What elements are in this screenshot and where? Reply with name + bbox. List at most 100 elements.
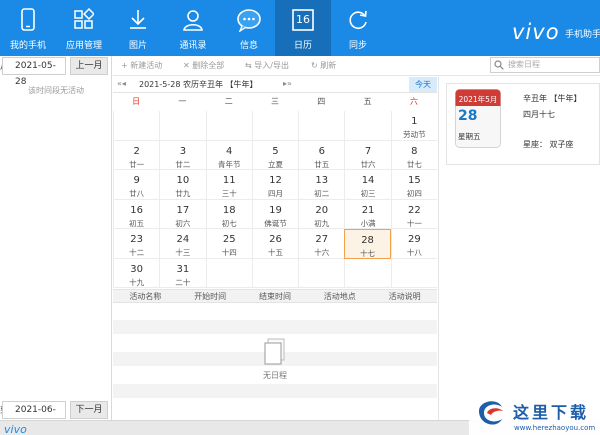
calendar-day-cell[interactable]: 12 四月 [251,170,299,200]
nav-contacts[interactable]: 通讯录 [165,0,221,56]
next-month-button[interactable]: 下一月 [70,401,108,419]
calendar-day-cell[interactable]: 4 青年节 [205,140,252,170]
bottom-vivo-logo: vivo [4,423,27,435]
today-button[interactable]: 今天 [409,77,437,92]
phone-icon [21,8,35,31]
lunar-day-label: 廿九 [175,189,191,198]
calendar-day-cell[interactable]: 30 十九 [113,258,160,288]
calendar-grid: 日 一 二 三 四 五 六 1 劳动节 2 廿一 3 廿二 4 青年节 5 立夏 6 廿五 7 廿六 8 廿七 9 廿八 10 廿九… [113,92,437,288]
refresh-button[interactable]: ↻ 刷新 [311,60,336,71]
calendar-day-cell[interactable]: 29 十八 [390,229,437,259]
calendar-day-cell[interactable]: 16 初五 [113,199,160,229]
activity-column-header[interactable]: 活动地点 [307,291,372,302]
lunar-day-label: 十六 [314,248,330,257]
prev-month-button[interactable]: 上一月 [70,57,108,75]
lunar-day-label: 初二 [314,189,330,198]
calendar-icon-number: 16 [296,13,310,26]
lunar-day-label: 廿六 [360,159,376,169]
activity-column-header[interactable]: 活动说明 [372,291,437,302]
activity-column-header[interactable]: 结束时间 [243,291,308,302]
calendar-day-cell[interactable]: 24 十三 [159,229,206,259]
nav-label: 同步 [348,41,367,51]
lunar-day-label: 立夏 [267,159,283,169]
start-date-field[interactable]: 2021-05-28 [2,57,66,87]
lunar-day-label: 廿二 [175,159,191,169]
lunar-day-label: 十四 [221,248,237,257]
activity-column-header[interactable]: 活动名称 [113,291,178,302]
lunar-day-label: 初九 [314,218,330,228]
new-event-button[interactable]: + 新建活动 [121,60,162,71]
nav-label: 信息 [239,41,258,51]
delete-all-button[interactable]: ✕ 删除全部 [183,60,224,71]
day-number: 12 [269,175,282,186]
calendar-day-cell[interactable]: 10 廿九 [159,170,206,200]
calendar-icon-month: 2021年5月 [458,95,498,104]
nav-messages[interactable]: 信息 [221,0,277,56]
calendar-day-cell[interactable]: 18 初七 [205,199,252,229]
search-input[interactable]: 搜索日程 [490,57,600,73]
calendar-day-cell[interactable]: 15 初四 [390,170,437,200]
calendar-day-cell[interactable]: 11 三十 [205,170,252,200]
lunar-day-label: 初三 [360,189,376,198]
calendar-day-cell[interactable]: 28 十七 [344,229,391,259]
lunar-day-label: 十二 [129,248,145,257]
day-number: 28 [361,235,374,246]
day-number: 5 [272,145,279,157]
day-number: 9 [133,175,140,186]
calendar-day-cell[interactable]: 8 廿七 [390,140,437,170]
calendar-day-cell[interactable]: 22 十一 [390,199,437,229]
activity-column-header[interactable]: 开始时间 [178,291,243,302]
search-icon [494,60,504,70]
nav-label: 日历 [293,41,312,51]
lunar-day-label: 青年节 [217,159,241,169]
calendar-empty-cell [298,111,345,141]
activity-row [113,400,437,420]
calendar-day-cell[interactable]: 3 廿二 [159,140,206,170]
day-number: 3 [179,145,187,157]
lunar-day-label: 二十 [175,277,191,287]
nav-calendar[interactable]: 16 日历 [275,0,331,56]
calendar-day-cell[interactable]: 2 廿一 [113,140,160,170]
calendar-icon-weekday: 星期五 [458,132,481,141]
nav-my-phone[interactable]: 我的手机 [0,0,56,56]
calendar-day-cell[interactable]: 13 初二 [298,170,345,200]
calendar-day-cell[interactable]: 9 廿八 [113,170,160,200]
prev-year-month-button[interactable]: «◂ [117,79,126,88]
day-number: 24 [176,234,190,245]
lunar-day-label: 十一 [406,218,422,228]
calendar-day-cell[interactable]: 5 立夏 [251,140,299,170]
import-export-button[interactable]: ⇆ 导入/导出 [245,60,289,71]
calendar-day-cell[interactable]: 21 小满 [344,199,391,229]
calendar-day-cell[interactable]: 19 佛诞节 [251,199,299,229]
day-number: 2 [133,145,140,157]
activity-table-header: 活动名称 开始时间 结束时间 活动地点 活动说明 [113,289,437,303]
calendar-day-cell[interactable]: 26 十五 [251,229,299,259]
calendar-day-cell[interactable]: 23 十二 [113,229,160,259]
delete-all-label: 删除全部 [192,61,225,70]
day-number: 11 [222,175,236,186]
nav-sync[interactable]: 同步 [330,0,386,56]
day-number: 13 [315,175,329,186]
calendar-icon-day: 28 [458,108,478,124]
calendar-day-cell[interactable]: 7 廿六 [344,140,391,170]
close-icon: ✕ [183,61,193,70]
nav-app-management[interactable]: 应用管理 [56,0,112,56]
empty-schedule-text: 无日程 [263,371,287,380]
calendar-day-cell[interactable]: 27 十六 [298,229,345,259]
no-activity-text: 该时间段无活动 [28,86,84,95]
end-date-field[interactable]: 2021-06-28 [2,401,66,431]
calendar-day-cell[interactable]: 31 二十 [159,258,206,288]
calendar-day-cell[interactable]: 6 廿五 [298,140,345,170]
calendar-day-cell[interactable]: 14 初三 [344,170,391,200]
calendar-day-cell[interactable]: 25 十四 [205,229,252,259]
empty-document-icon [264,338,285,365]
import-export-label: 导入/导出 [254,61,289,70]
calendar-day-cell[interactable]: 17 初六 [159,199,206,229]
calendar-day-cell[interactable]: 1 劳动节 [390,111,437,141]
next-year-month-button[interactable]: ▸» [283,79,292,88]
weekday-header: 日 [132,97,141,106]
top-nav-bar: 我的手机 应用管理 图片 通讯录 信息 16 日历 同步 vivo 手机助手 [0,0,600,56]
lunar-day-label: 十五 [267,248,283,257]
nav-images[interactable]: 图片 [110,0,166,56]
calendar-day-cell[interactable]: 20 初九 [298,199,345,229]
